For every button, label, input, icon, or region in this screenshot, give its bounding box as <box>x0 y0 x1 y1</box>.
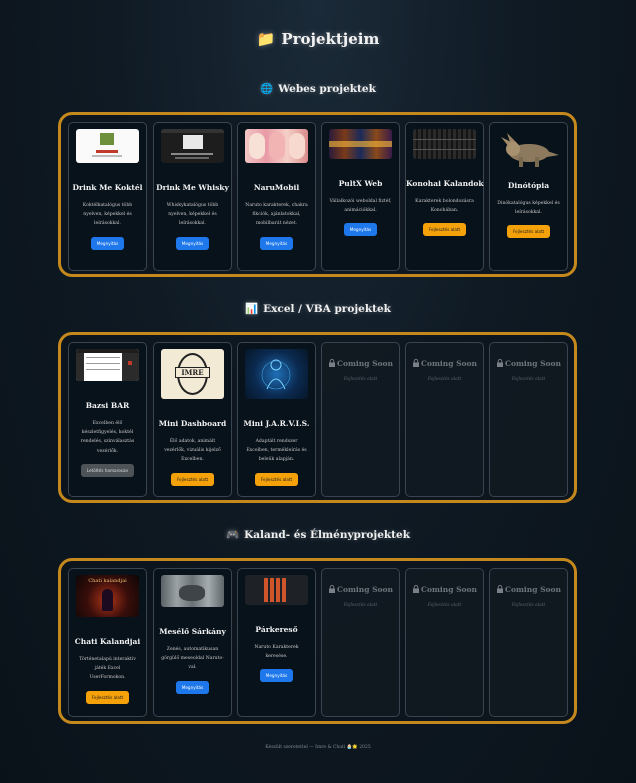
coming-soon-card: Coming Soon Fejlesztés alatt <box>489 342 568 497</box>
project-thumbnail: Chati kalandjai <box>76 575 139 617</box>
open-button[interactable]: Megnyitás <box>175 680 210 694</box>
project-description: Whiskykatalógus több nyelven, képekkel é… <box>166 203 219 227</box>
project-thumbnail <box>161 575 224 607</box>
project-description: Naruto Karakterek keresése. <box>254 645 299 660</box>
project-card-chati-kalandjai: Chati kalandjai Chati Kalandjai Történet… <box>68 568 147 717</box>
project-card-bazsi-bar: Bazsi BAR Excelben élő készletfigyelés, … <box>68 342 147 497</box>
project-description: Naruto karakterek, chakra fikciók, ajánl… <box>245 203 308 227</box>
project-description: Dinókatalógus képekkel és leírásokkal. <box>497 201 560 216</box>
project-name: NaruMobil <box>253 183 300 192</box>
lock-icon <box>329 359 336 367</box>
coming-soon-title: Coming Soon <box>322 585 399 594</box>
section-excel: Bazsi BAR Excelben élő készletfigyelés, … <box>58 332 577 503</box>
coming-soon-title: Coming Soon <box>490 585 567 594</box>
section-title-web: 🌐 Webes projektek <box>260 83 376 95</box>
dashboard-logo-text: IMRE <box>175 367 210 378</box>
in-development-button[interactable]: Fejlesztés alatt <box>85 690 130 704</box>
coming-soon-title: Coming Soon <box>406 585 483 594</box>
gamepad-icon: 🎮 <box>226 529 240 541</box>
lock-icon <box>413 359 420 367</box>
coming-soon-title: Coming Soon <box>406 359 483 368</box>
project-description: Karakterek bolondozásra Konohában. <box>415 199 474 214</box>
coming-soon-subtitle: Fejlesztés alatt <box>427 377 462 382</box>
coming-soon-card: Coming Soon Fejlesztés alatt <box>489 568 568 717</box>
footer: Készült szeretettel — Imre & Chati 🧁🌟 20… <box>265 745 371 750</box>
project-card-mini-jarvis: Mini J.A.R.V.I.S. Adaptált rendszer Exce… <box>237 342 316 497</box>
project-card-pultx-web: PultX Web Vállalkozói weboldal fiztéf, a… <box>321 122 400 271</box>
coming-soon-subtitle: Fejlesztés alatt <box>343 377 378 382</box>
project-thumbnail <box>76 129 139 163</box>
coming-soon-card: Coming Soon Fejlesztés alatt <box>405 342 484 497</box>
project-name: Párkereső <box>255 625 298 634</box>
coming-soon-card: Coming Soon Fejlesztés alatt <box>321 568 400 717</box>
bar-chart-icon: 📊 <box>245 303 259 315</box>
thumbnail-title: Chati kalandjai <box>88 578 127 584</box>
project-card-drink-me-koktel: Drink Me Koktél Koktélkatalógus több nye… <box>68 122 147 271</box>
project-description: Koktélkatalógus több nyelven, képekkel é… <box>82 203 133 227</box>
project-card-meselo-sarkany: Mesélő Sárkány Zenés, automatikusan görg… <box>153 568 232 717</box>
coming-soon-card: Coming Soon Fejlesztés alatt <box>321 342 400 497</box>
folder-icon: 📁 <box>256 30 276 48</box>
coming-soon-card: Coming Soon Fejlesztés alatt <box>405 568 484 717</box>
project-name: Mesélő Sárkány <box>159 627 226 636</box>
project-name: Mini Dashboard <box>158 419 227 428</box>
section-title-adventure: 🎮 Kaland- és Élményprojektek <box>226 529 410 541</box>
project-card-dinotopia: Dinótópia Dinókatalógus képekkel és leír… <box>489 122 568 271</box>
project-card-mini-dashboard: IMRE Mini Dashboard Élő adatok, animált … <box>153 342 232 497</box>
in-development-button[interactable]: Fejlesztés alatt <box>422 223 467 237</box>
page-title: 📁 Projektjeim <box>256 30 380 48</box>
project-thumbnail <box>161 129 224 163</box>
project-name: PultX Web <box>338 179 383 188</box>
project-thumbnail <box>245 349 308 399</box>
project-thumbnail <box>329 129 392 159</box>
project-thumbnail <box>76 349 139 381</box>
open-button[interactable]: Megnyitás <box>343 223 378 237</box>
project-name: Chati Kalandjai <box>74 637 141 646</box>
section-adventure: Chati kalandjai Chati Kalandjai Történet… <box>58 558 577 724</box>
download-soon-button[interactable]: Letöltés hamarosan <box>80 463 135 477</box>
open-button[interactable]: Megnyitás <box>175 236 210 250</box>
section-title-excel: 📊 Excel / VBA projektek <box>245 303 391 315</box>
coming-soon-title: Coming Soon <box>322 359 399 368</box>
coming-soon-subtitle: Fejlesztés alatt <box>511 603 546 608</box>
project-card-konohai-kalandok: Konohai Kalandok Karakterek bolondozásra… <box>405 122 484 271</box>
project-name: Drink Me Koktél <box>72 183 143 192</box>
project-card-narumobil: NaruMobil Naruto karakterek, chakra fikc… <box>237 122 316 271</box>
project-description: Excelben élő készletfigyelés, koktél ren… <box>80 421 135 454</box>
project-name: Konohai Kalandok <box>406 179 484 188</box>
project-description: Adaptált rendszer Excelben, termékleírás… <box>246 439 307 463</box>
coming-soon-subtitle: Fejlesztés alatt <box>427 603 462 608</box>
coming-soon-subtitle: Fejlesztés alatt <box>343 603 378 608</box>
lock-icon <box>497 359 504 367</box>
project-description: Élő adatok, animált vezérlők, vizuális k… <box>164 439 221 463</box>
project-name: Bazsi BAR <box>85 401 130 410</box>
open-button[interactable]: Megnyitás <box>90 236 125 250</box>
coming-soon-subtitle: Fejlesztés alatt <box>511 377 546 382</box>
in-development-button[interactable]: Fejlesztés alatt <box>506 225 551 239</box>
project-name: Drink Me Whisky <box>156 183 229 192</box>
project-name: Dinótópia <box>507 181 550 190</box>
project-name: Mini J.A.R.V.I.S. <box>243 419 310 428</box>
project-description: Zenés, automatikusan görgülő meseoldal N… <box>161 647 224 671</box>
globe-icon: 🌐 <box>260 83 274 95</box>
coming-soon-title: Coming Soon <box>490 359 567 368</box>
project-description: Történetalapú interaktív játék Excel Use… <box>79 657 136 681</box>
project-thumbnail <box>497 129 560 169</box>
open-button[interactable]: Megnyitás <box>259 236 294 250</box>
project-thumbnail <box>413 129 476 159</box>
project-thumbnail <box>245 129 308 163</box>
in-development-button[interactable]: Fejlesztés alatt <box>170 472 215 486</box>
project-thumbnail <box>245 575 308 605</box>
section-web: Drink Me Koktél Koktélkatalógus több nye… <box>58 112 577 277</box>
project-card-parkereso: Párkereső Naruto Karakterek keresése. Me… <box>237 568 316 717</box>
project-description: Vállalkozói weboldal fiztéf, animációkka… <box>329 199 392 214</box>
lock-icon <box>413 585 420 593</box>
lock-icon <box>497 585 504 593</box>
in-development-button[interactable]: Fejlesztés alatt <box>254 472 299 486</box>
project-card-drink-me-whisky: Drink Me Whisky Whiskykatalógus több nye… <box>153 122 232 271</box>
project-thumbnail: IMRE <box>161 349 224 399</box>
lock-icon <box>329 585 336 593</box>
open-button[interactable]: Megnyitás <box>259 669 294 683</box>
